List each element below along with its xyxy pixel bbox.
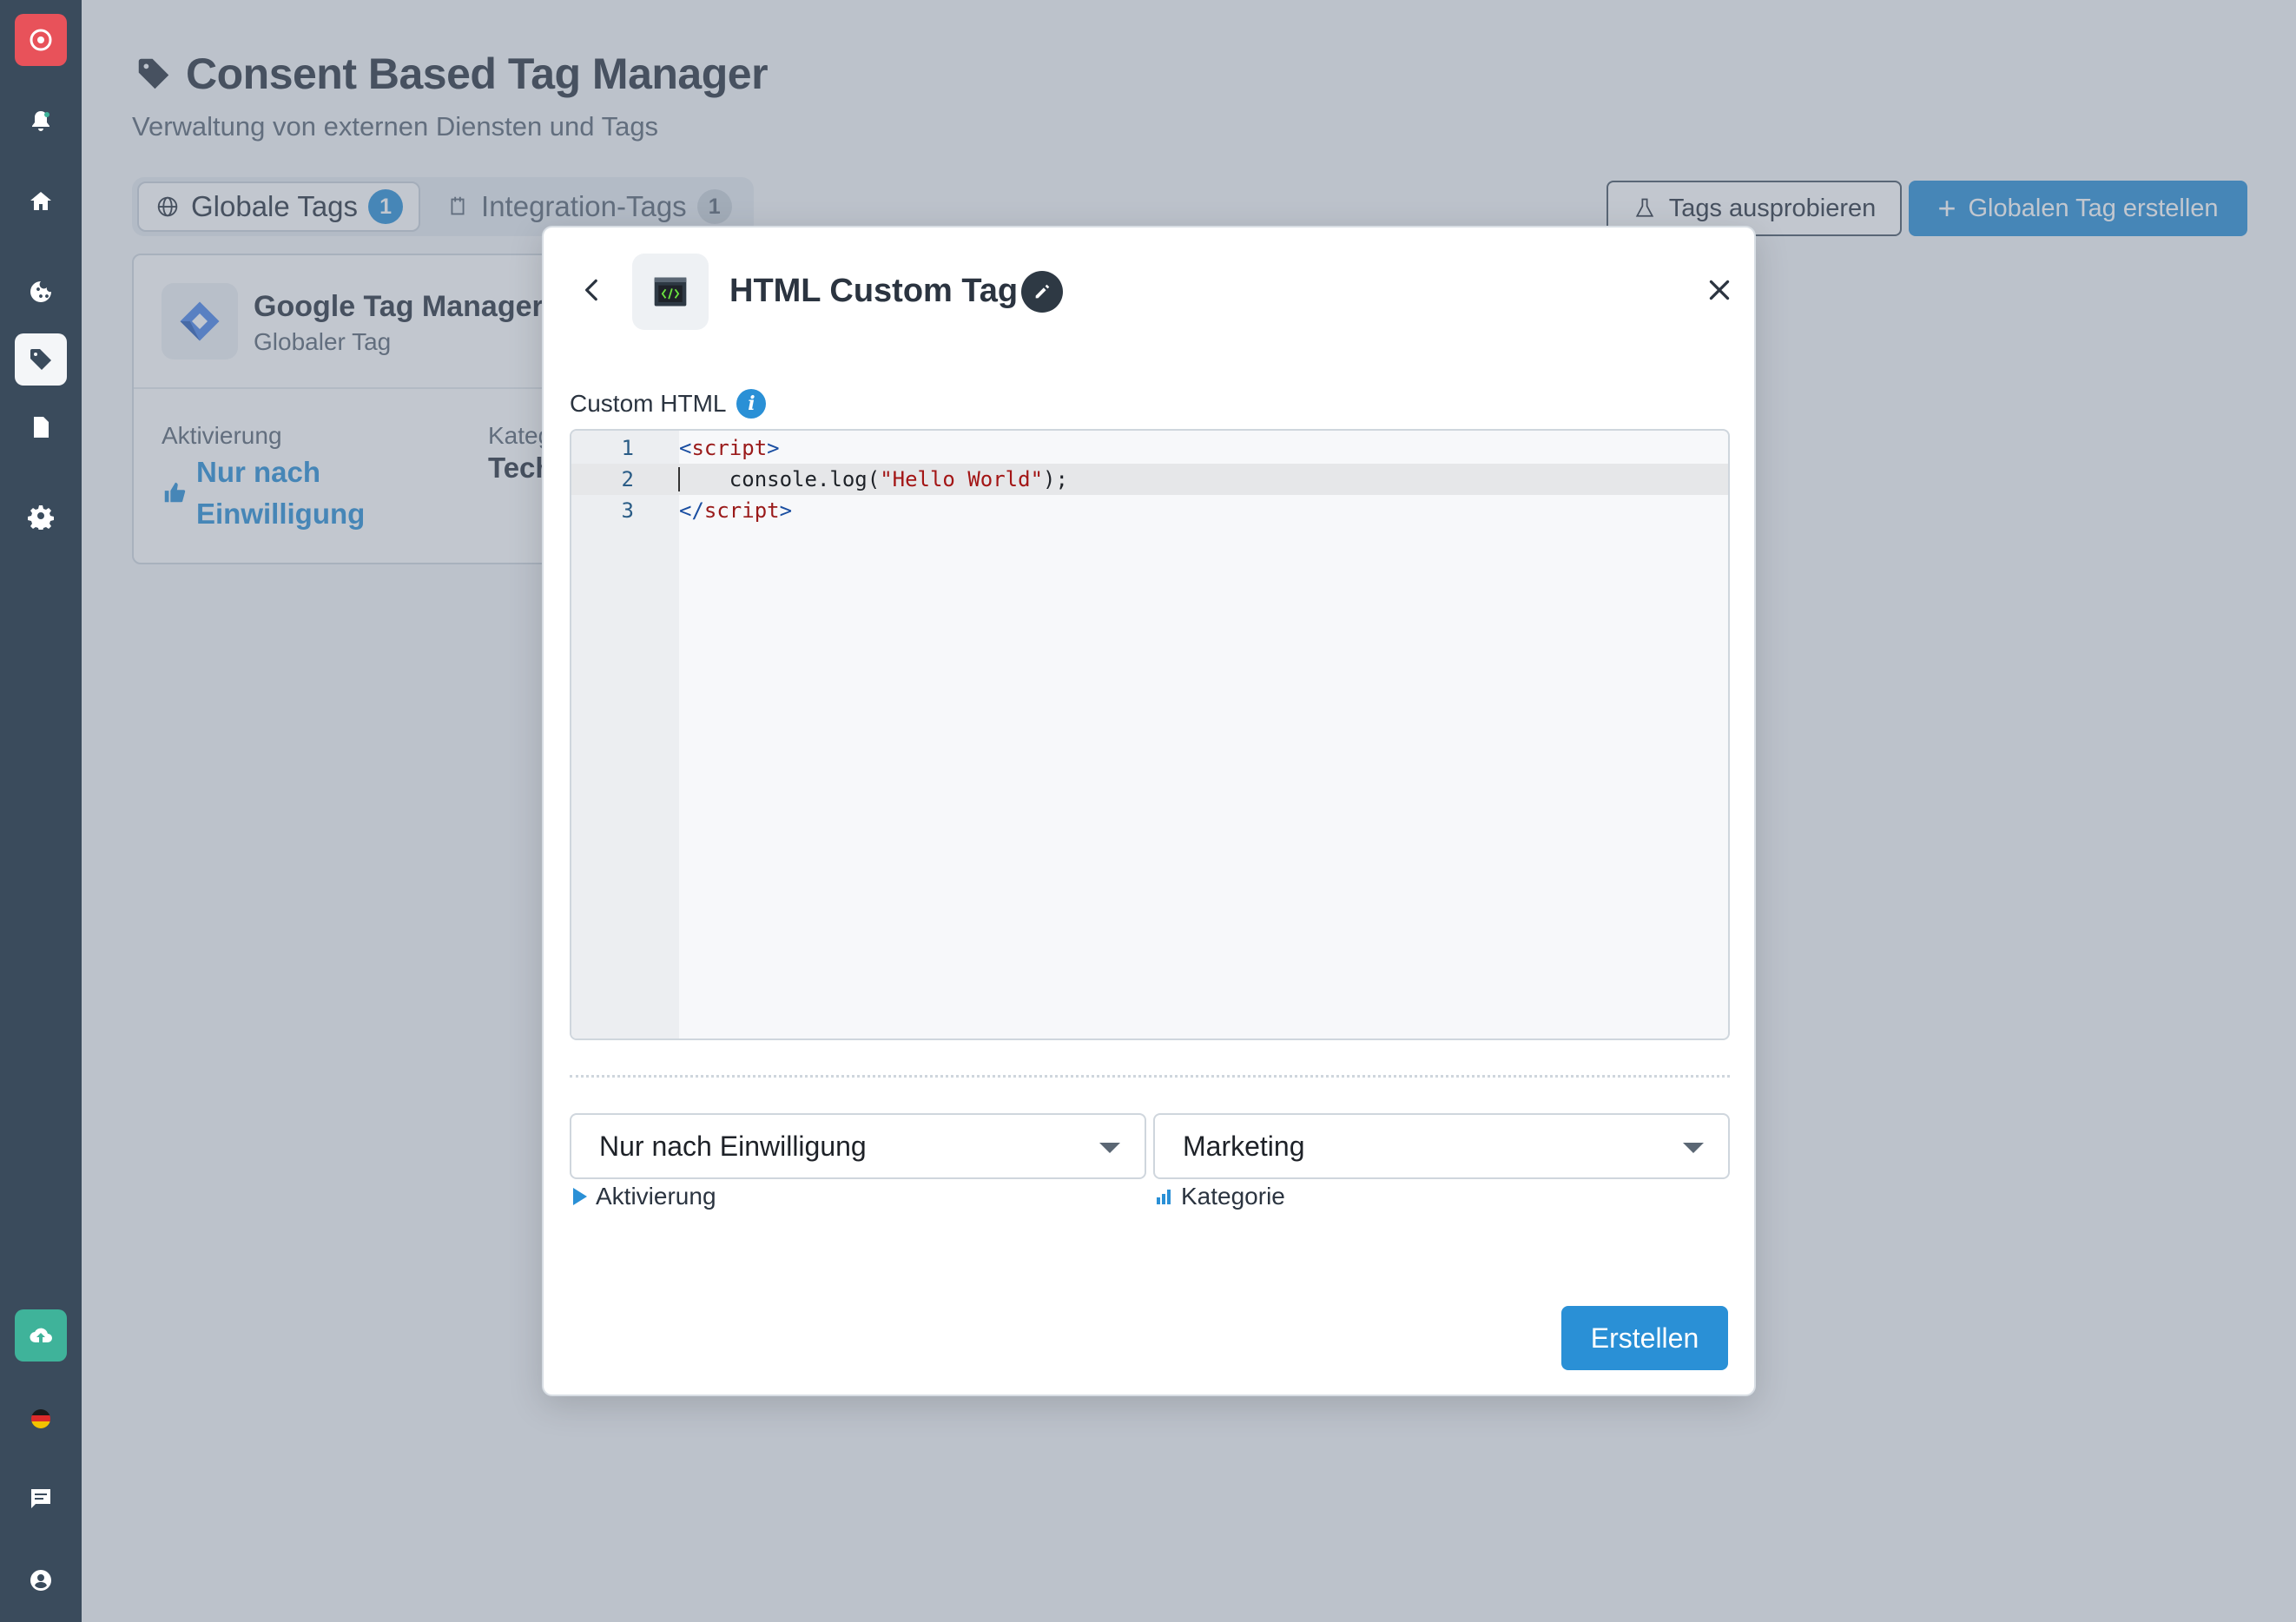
custom-html-label: Custom HTML i <box>570 389 767 419</box>
info-icon[interactable]: i <box>736 389 767 419</box>
tag-type-icon <box>632 254 709 330</box>
caret-down-icon <box>1099 1143 1120 1153</box>
chat-icon <box>31 1489 50 1508</box>
gear-icon <box>28 505 54 530</box>
category-select-label-text: Kategorie <box>1181 1183 1285 1210</box>
sidebar-language[interactable] <box>15 1393 67 1445</box>
bar-chart-icon <box>1155 1188 1172 1205</box>
tag-name: script <box>691 436 768 460</box>
bell-icon <box>32 111 49 131</box>
code-text: </script> <box>679 495 792 526</box>
line-number: 1 <box>621 436 634 460</box>
caret-down-icon <box>1683 1143 1704 1153</box>
tag-open-bracket: </ <box>679 498 704 523</box>
tag-name: script <box>703 498 780 523</box>
play-icon <box>573 1188 587 1205</box>
back-button[interactable] <box>575 273 610 307</box>
code-editor[interactable]: 1 <script> 2 console.log("Hello World");… <box>570 429 1730 1040</box>
tag-icon <box>30 349 51 370</box>
activation-select[interactable]: Nur nach Einwilligung <box>570 1113 1146 1179</box>
code-window-icon <box>654 277 687 307</box>
pencil-icon <box>1035 284 1050 299</box>
code-line-active: 2 console.log("Hello World"); <box>571 464 1728 495</box>
activation-select-label-text: Aktivierung <box>596 1183 716 1210</box>
category-select-value: Marketing <box>1183 1130 1305 1162</box>
category-select[interactable]: Marketing <box>1153 1113 1730 1179</box>
sidebar-settings[interactable] <box>15 490 67 542</box>
line-number: 2 <box>621 467 634 491</box>
close-button[interactable] <box>1702 273 1737 307</box>
category-select-label: Kategorie <box>1155 1183 1285 1210</box>
sidebar-documents[interactable] <box>15 401 67 453</box>
activation-select-label: Aktivierung <box>573 1183 716 1210</box>
create-button[interactable]: Erstellen <box>1561 1306 1728 1370</box>
code-text: console.log("Hello World"); <box>679 467 1068 491</box>
sidebar-tags[interactable] <box>15 333 67 386</box>
sidebar-upload[interactable] <box>15 1309 67 1362</box>
sidebar <box>0 0 82 1622</box>
html-custom-tag-dialog: HTML Custom Tag Custom HTML i 1 <script>… <box>542 226 1756 1396</box>
cookie-logo-icon <box>30 29 52 51</box>
user-icon <box>30 1570 51 1591</box>
close-icon <box>1709 280 1730 300</box>
code-text: <script> <box>679 432 780 464</box>
custom-html-label-text: Custom HTML <box>570 390 727 417</box>
section-divider <box>570 1075 1730 1078</box>
dialog-title: HTML Custom Tag <box>729 273 1019 309</box>
sidebar-home[interactable] <box>15 175 67 227</box>
sidebar-chat[interactable] <box>15 1473 67 1525</box>
tag-close-bracket: > <box>779 498 793 523</box>
app-logo[interactable] <box>15 14 67 66</box>
code-line: 1 <script> <box>571 432 1728 464</box>
cookie-icon <box>30 281 51 302</box>
edit-title-button[interactable] <box>1021 271 1063 313</box>
line-number: 3 <box>621 498 634 523</box>
german-flag-icon <box>31 1409 50 1428</box>
tag-close-bracket: > <box>767 436 780 460</box>
activation-select-value: Nur nach Einwilligung <box>599 1130 867 1162</box>
document-icon <box>34 417 49 438</box>
chevron-left-icon <box>585 279 597 301</box>
sidebar-account[interactable] <box>15 1554 67 1606</box>
sidebar-cookies[interactable] <box>15 266 67 318</box>
code-line: 3 </script> <box>571 495 1728 526</box>
tag-open-bracket: < <box>679 436 692 460</box>
cloud-upload-icon <box>30 1328 52 1343</box>
sidebar-notifications[interactable] <box>15 96 67 148</box>
home-icon <box>30 192 51 210</box>
